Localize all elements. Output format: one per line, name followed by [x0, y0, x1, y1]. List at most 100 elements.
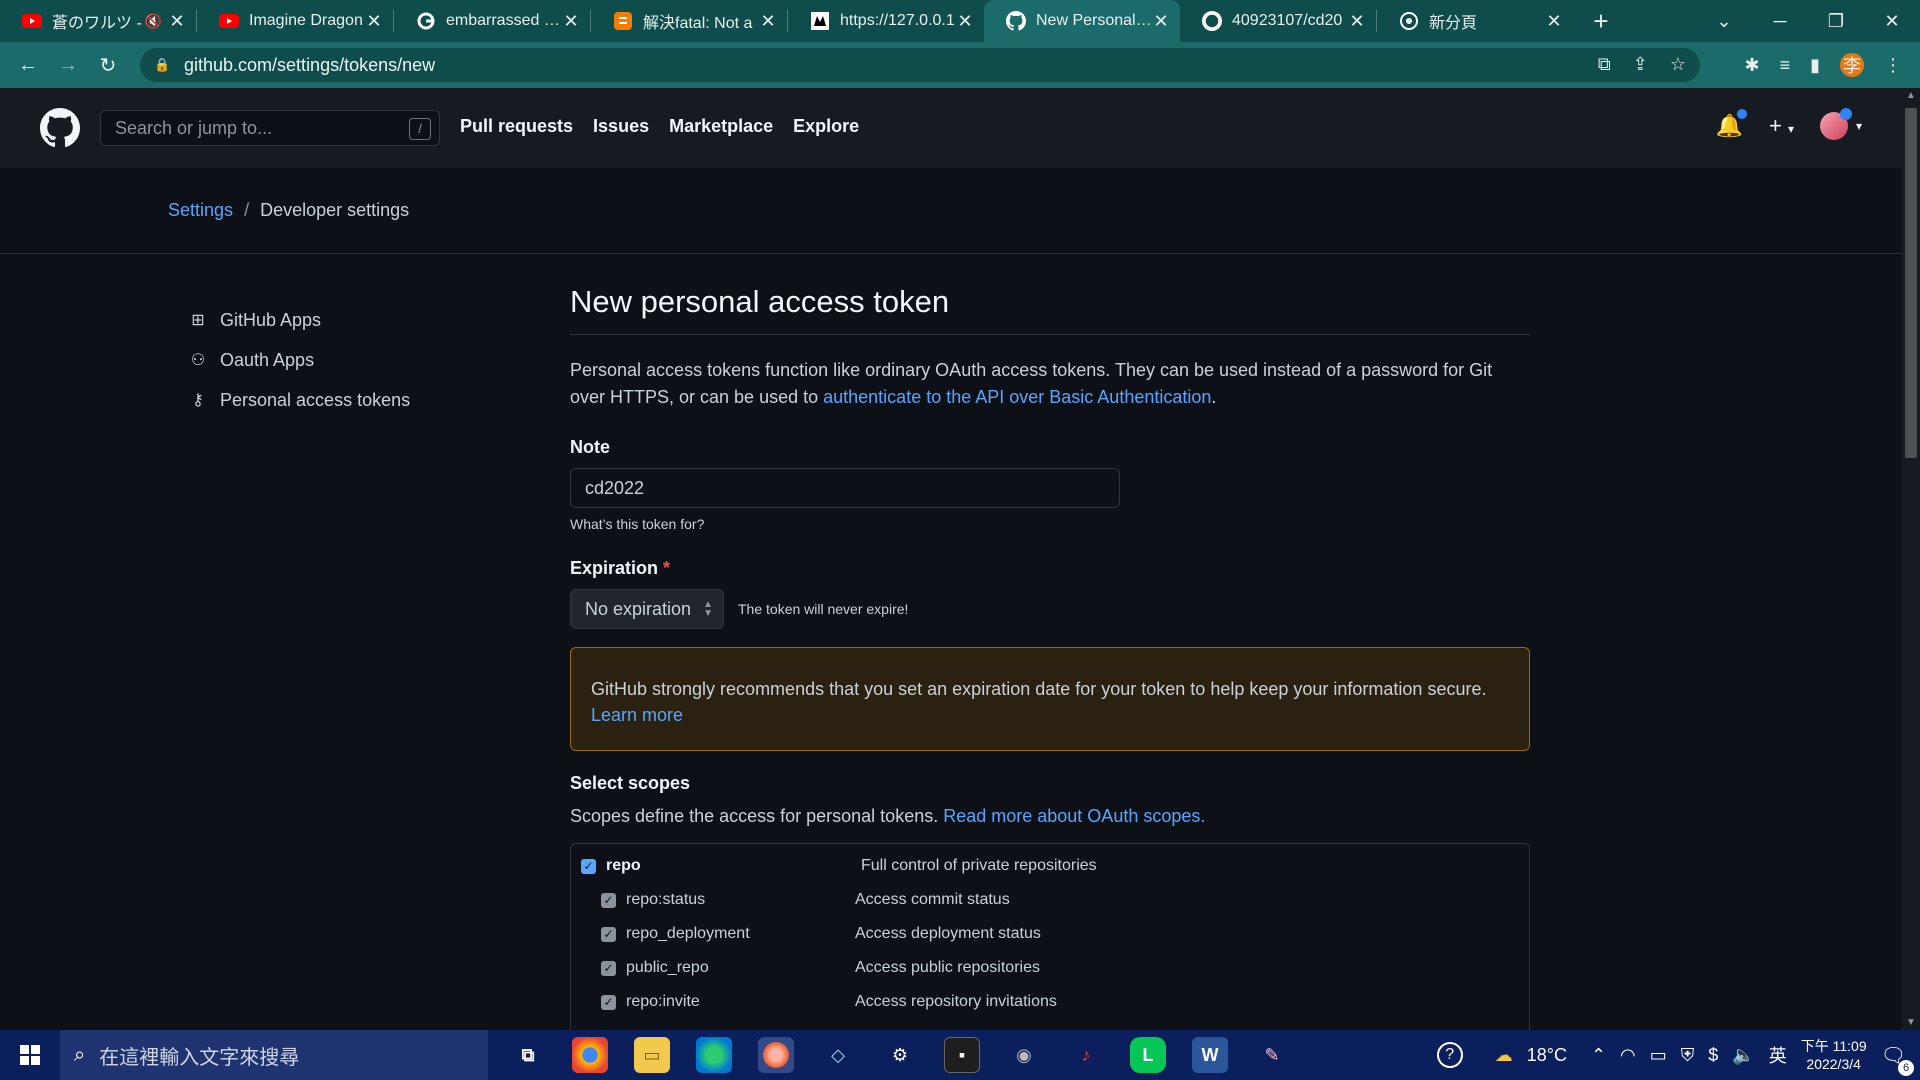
browser-tab[interactable]: https://127.0.0.1 ✕ [788, 0, 984, 42]
scopes-desc-text: Scopes define the access for personal to… [570, 806, 944, 826]
browser-tab[interactable]: 新分頁 ✕ [1377, 0, 1573, 42]
notifications-bell-icon[interactable]: 🔔 [1716, 109, 1747, 139]
word-app-icon[interactable]: W [1192, 1037, 1228, 1073]
close-tab-icon[interactable]: ✕ [1545, 11, 1563, 32]
security-shield-icon[interactable]: ⛨ [1681, 1045, 1695, 1066]
task-view-icon[interactable]: ⧉ [510, 1037, 546, 1073]
close-tab-icon[interactable]: ✕ [956, 11, 974, 32]
expiration-select[interactable]: No expiration ▲ ▼ [570, 589, 724, 629]
tab-title: 新分頁 [1429, 15, 1478, 32]
chrome-app-icon[interactable] [572, 1037, 608, 1073]
browser-tab[interactable]: embarrassed - G ✕ [394, 0, 590, 42]
extensions-icon[interactable]: ✱ [1744, 55, 1759, 76]
scope-checkbox[interactable]: ✓ [601, 994, 616, 1010]
github-header: Search or jump to... / Pull requests Iss… [0, 88, 1902, 168]
create-new-dropdown[interactable]: + ▾ [1769, 113, 1794, 139]
page-scrollbar[interactable]: ▲ ▼ [1902, 88, 1920, 1030]
edge-app-icon[interactable] [696, 1037, 732, 1073]
help-icon[interactable]: ? [1436, 1042, 1463, 1068]
scroll-down-arrow-icon[interactable]: ▼ [1906, 1017, 1916, 1028]
taskbar-search-input[interactable]: ⌕ 在這裡輸入文字來搜尋 [60, 1030, 488, 1080]
hamster-app-icon[interactable]: ♪ [1068, 1037, 1104, 1073]
reload-icon[interactable]: ↻ [88, 53, 128, 78]
app-tray-icon[interactable]: $ [1708, 1045, 1718, 1066]
line-app-icon[interactable]: L [1130, 1037, 1166, 1073]
paint-app-icon[interactable]: ✎ [1254, 1037, 1290, 1073]
notification-center-icon[interactable]: 🗨 6 [1881, 1043, 1914, 1076]
tab-search-icon[interactable]: ⌄ [1696, 11, 1752, 32]
forward-icon[interactable]: → [48, 54, 88, 77]
close-tab-icon[interactable]: ✕ [365, 11, 383, 32]
tray-overflow-icon[interactable]: ⌃ [1591, 1045, 1606, 1066]
nav-marketplace[interactable]: Marketplace [669, 116, 773, 137]
side-panel-icon[interactable]: ▮ [1810, 55, 1820, 76]
settings-gear-icon[interactable]: ⚙ [882, 1037, 918, 1073]
user-avatar[interactable] [1819, 108, 1852, 140]
translate-icon[interactable]: ⧉ [1598, 54, 1611, 75]
system-tray: ? ☁ 18°C ⌃ ◠ ▭ ⛨ $ 🔈 英 下午 11:09 2022/3/4… [1436, 1030, 1920, 1080]
restore-button[interactable]: ❐ [1808, 11, 1864, 32]
weather-temp[interactable]: 18°C [1527, 1045, 1567, 1066]
close-window-button[interactable]: ✕ [1864, 11, 1920, 32]
taskbar-clock[interactable]: 下午 11:09 2022/3/4 [1801, 1037, 1867, 1073]
volume-icon[interactable]: 🔈 [1732, 1045, 1754, 1066]
warning-text: GitHub strongly recommends that you set … [591, 679, 1487, 699]
browser-tab[interactable]: 40923107/cd20 ✕ [1180, 0, 1376, 42]
weather-icon[interactable]: ☁ [1495, 1045, 1513, 1066]
sidebar-item-github-apps[interactable]: ⊞ GitHub Apps [188, 300, 410, 340]
browser-tab-active[interactable]: New Personal Ac ✕ [984, 0, 1180, 42]
close-tab-icon[interactable]: ✕ [168, 11, 186, 32]
address-bar[interactable]: 🔒 github.com/settings/tokens/new ⧉ ⇪ ☆ [140, 48, 1700, 82]
notes-app-icon[interactable]: ◇ [820, 1037, 856, 1073]
minimize-button[interactable]: ─ [1752, 11, 1808, 32]
input-method-indicator[interactable]: 英 [1769, 1042, 1787, 1068]
bookmark-star-icon[interactable]: ☆ [1670, 54, 1686, 75]
media-control-icon[interactable]: ≡ [1780, 55, 1791, 76]
back-icon[interactable]: ← [8, 54, 48, 77]
sidebar-item-oauth-apps[interactable]: ⚇ Oauth Apps [188, 340, 410, 380]
close-tab-icon[interactable]: ✕ [562, 11, 580, 32]
lock-icon[interactable]: 🔒 [154, 57, 170, 73]
note-input[interactable] [570, 468, 1120, 508]
file-explorer-icon[interactable]: ▭ [634, 1037, 670, 1073]
oauth-scopes-link[interactable]: Read more about OAuth scopes. [943, 806, 1205, 826]
scroll-up-arrow-icon[interactable]: ▲ [1906, 90, 1916, 101]
share-icon[interactable]: ⇪ [1633, 54, 1648, 75]
scope-checkbox[interactable]: ✓ [601, 892, 616, 908]
avatar-status-dot [1839, 108, 1852, 120]
globe-app-icon[interactable]: ◉ [1006, 1037, 1042, 1073]
close-tab-icon[interactable]: ✕ [1348, 11, 1366, 32]
nav-pull-requests[interactable]: Pull requests [460, 116, 573, 137]
chrome-icon [1399, 11, 1419, 31]
avatar-caret-icon[interactable]: ▾ [1856, 119, 1862, 133]
browser-tab[interactable]: 蒼のワルツ - 🔇 ✕ [0, 0, 196, 42]
scope-description: Access public repositories [855, 959, 1040, 976]
new-tab-button[interactable]: + [1581, 6, 1621, 37]
nav-explore[interactable]: Explore [793, 116, 859, 137]
learn-more-link[interactable]: Learn more [591, 705, 683, 725]
start-button[interactable] [0, 1045, 60, 1065]
github-logo-icon[interactable] [40, 108, 80, 148]
profile-avatar[interactable]: 李 [1840, 53, 1864, 77]
more-menu-icon[interactable]: ⋮ [1884, 55, 1902, 76]
scope-checkbox[interactable]: ✓ [601, 926, 616, 942]
muted-speaker-icon[interactable]: 🔇 [145, 13, 162, 30]
sidebar-item-personal-access-tokens[interactable]: ⚷ Personal access tokens [188, 380, 410, 420]
github-search-input[interactable]: Search or jump to... / [100, 110, 440, 146]
nav-issues[interactable]: Issues [593, 116, 649, 137]
wifi-icon[interactable]: ◠ [1620, 1045, 1636, 1066]
terminal-icon[interactable]: ▪ [944, 1037, 980, 1073]
scope-checkbox[interactable]: ✓ [581, 858, 596, 874]
breadcrumb-settings-link[interactable]: Settings [168, 200, 233, 220]
browser-tab[interactable]: Imagine Dragon ✕ [197, 0, 393, 42]
battery-icon[interactable]: ▭ [1650, 1045, 1667, 1066]
scrollbar-thumb[interactable] [1905, 108, 1917, 458]
close-tab-icon[interactable]: ✕ [1152, 11, 1170, 32]
scope-checkbox[interactable]: ✓ [601, 960, 616, 976]
tab-title: New Personal Ac [1036, 12, 1152, 29]
basic-auth-link[interactable]: authenticate to the API over Basic Authe… [823, 387, 1211, 407]
url-text[interactable]: github.com/settings/tokens/new [184, 55, 435, 76]
close-tab-icon[interactable]: ✕ [759, 11, 777, 32]
browser-tab[interactable]: 解決fatal: Not a ✕ [591, 0, 787, 42]
chrome-active-app-icon[interactable] [758, 1037, 794, 1073]
